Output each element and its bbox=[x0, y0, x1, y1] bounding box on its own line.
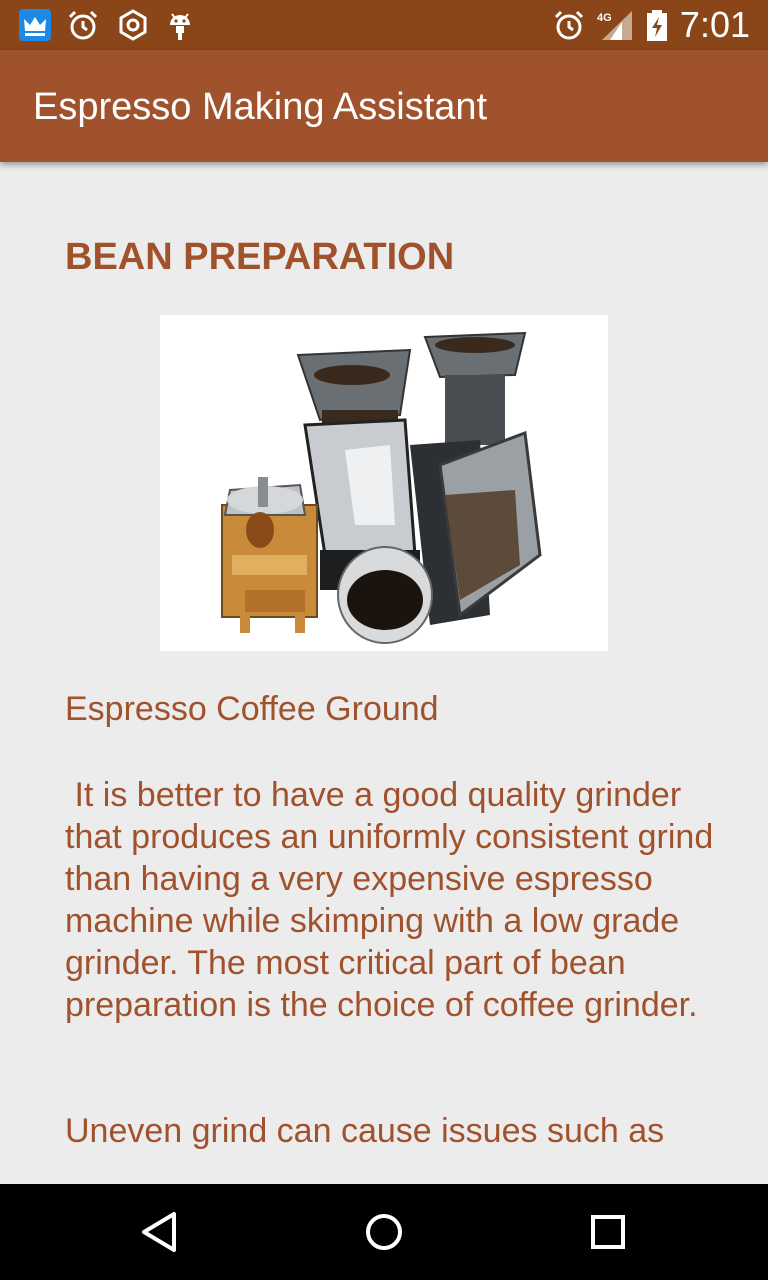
image-caption: Espresso Coffee Ground bbox=[65, 690, 439, 728]
recents-icon[interactable] bbox=[578, 1202, 638, 1262]
alarm-icon bbox=[68, 10, 98, 40]
alarm-icon bbox=[554, 10, 584, 40]
network-type-label: 4G bbox=[597, 12, 612, 24]
battery-charging-icon bbox=[647, 10, 667, 41]
main-content[interactable]: BEAN PREPARATION Espresso Coffee Ground … bbox=[0, 162, 768, 1184]
crown-app-icon bbox=[19, 9, 51, 41]
status-bar: 4G 7:01 bbox=[0, 0, 768, 50]
app-title: Espresso Making Assistant bbox=[33, 86, 488, 128]
status-time: 7:01 bbox=[679, 4, 750, 45]
navigation-bar bbox=[0, 1184, 768, 1280]
coffee-grinders-image bbox=[160, 315, 608, 651]
paragraph-2: Uneven grind can cause issues such as bbox=[65, 1112, 665, 1150]
home-icon[interactable] bbox=[354, 1202, 414, 1262]
settings-hex-icon bbox=[119, 9, 147, 41]
android-icon bbox=[170, 13, 190, 40]
paragraph-1: It is better to have a good quality grin… bbox=[65, 776, 723, 1024]
back-icon[interactable] bbox=[130, 1202, 190, 1262]
app-bar: Espresso Making Assistant bbox=[0, 50, 768, 162]
section-title: BEAN PREPARATION bbox=[65, 236, 455, 278]
signal-icon: 4G bbox=[597, 11, 632, 40]
